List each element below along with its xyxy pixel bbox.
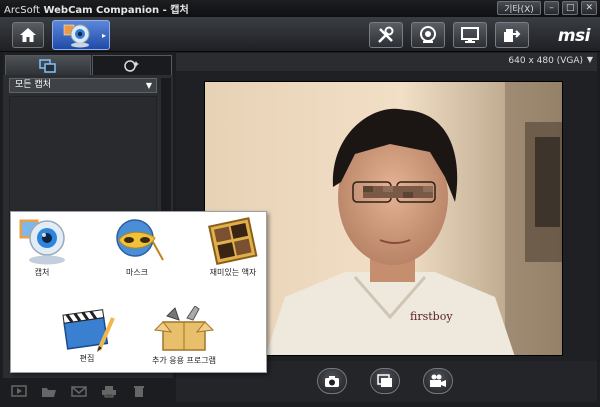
mode-menu-arrow-icon: ▸ — [101, 31, 106, 40]
video-camera-icon — [430, 374, 446, 387]
category-dropdown[interactable]: 모든 캡처 ▼ — [9, 78, 157, 93]
box-tools-icon — [153, 306, 215, 351]
monitor-icon — [461, 27, 479, 43]
other-menu-button[interactable]: 기타(X) — [496, 1, 541, 15]
print-button[interactable] — [98, 384, 120, 398]
import-button[interactable] — [495, 22, 529, 48]
chevron-down-icon[interactable]: ▼ — [587, 55, 593, 64]
open-folder-button[interactable] — [38, 384, 60, 398]
record-video-button[interactable] — [423, 368, 453, 394]
slideshow-icon — [11, 384, 27, 397]
photos-icon — [39, 58, 56, 73]
msi-logo: msi — [557, 26, 591, 46]
mask-icon — [116, 219, 164, 261]
settings-button[interactable] — [369, 22, 403, 48]
close-button[interactable]: ✕ — [581, 1, 597, 15]
menu-item-label: 마스크 — [125, 268, 149, 277]
burst-capture-button[interactable] — [370, 368, 400, 394]
resolution-bar: 640 x 480 (VGA) ▼ — [176, 53, 597, 71]
tools-icon — [378, 26, 394, 43]
tab-effects[interactable] — [92, 55, 172, 75]
slideshow-button[interactable] — [8, 384, 30, 398]
home-button[interactable] — [12, 22, 44, 48]
delete-button[interactable] — [128, 384, 150, 398]
menu-item-label: 편집 — [79, 354, 95, 363]
effects-icon — [124, 59, 139, 72]
menu-item-label: 재미있는 액자 — [209, 268, 257, 277]
chevron-down-icon: ▼ — [145, 81, 152, 90]
webcam-settings-button[interactable] — [411, 22, 445, 48]
menu-item-label: 캡처 — [34, 268, 50, 277]
clapboard-icon — [62, 309, 115, 352]
frame-icon — [208, 217, 258, 265]
email-icon — [71, 385, 87, 397]
title-bar: ArcSoft WebCam Companion - 캡처 기타(X) – □ … — [0, 0, 600, 17]
menu-item-label: 추가 응용 프로그램 — [152, 356, 216, 365]
main-toolbar: ▸ msi — [0, 17, 600, 52]
menu-item-additional-apps[interactable]: 추가 응용 프로그램 — [151, 306, 217, 366]
menu-item-fun-frames[interactable]: 재미있는 액자 — [207, 216, 259, 278]
menu-item-mask[interactable]: 마스크 — [109, 216, 165, 278]
open-folder-icon — [42, 387, 56, 397]
mode-menu-popup: 캡처 마스크 재미있는 액자 편집 추가 응용 프로그램 — [10, 211, 267, 373]
display-button[interactable] — [453, 22, 487, 48]
app-title-text: WebCam Companion - 캡처 — [43, 5, 189, 16]
brand-text: ArcSoft — [4, 5, 40, 16]
category-value: 모든 캡처 — [15, 80, 51, 90]
print-icon — [102, 385, 116, 397]
home-icon — [20, 28, 36, 42]
panel-tabs — [3, 53, 173, 75]
minimize-button[interactable]: – — [543, 1, 559, 15]
svg-text:firstboy: firstboy — [410, 310, 453, 323]
take-photo-button[interactable] — [317, 368, 347, 394]
webcam-icon — [63, 24, 90, 48]
email-button[interactable] — [68, 384, 90, 398]
tab-captures[interactable] — [5, 55, 91, 75]
maximize-button[interactable]: □ — [561, 1, 579, 15]
delete-icon — [134, 385, 144, 397]
menu-item-capture[interactable]: 캡처 — [16, 216, 68, 278]
gallery-icon — [377, 374, 392, 387]
resolution-selector[interactable]: 640 x 480 (VGA) — [508, 56, 583, 66]
camera-icon — [325, 375, 339, 387]
window-title: ArcSoft WebCam Companion - 캡처 — [0, 1, 189, 16]
webcam-settings-icon — [420, 26, 436, 43]
import-icon — [504, 29, 521, 42]
capture-mode-button[interactable]: ▸ — [52, 20, 110, 50]
menu-item-edit[interactable]: 편집 — [59, 304, 115, 364]
capture-actions-bar — [0, 380, 175, 402]
webcam-icon — [18, 218, 65, 265]
